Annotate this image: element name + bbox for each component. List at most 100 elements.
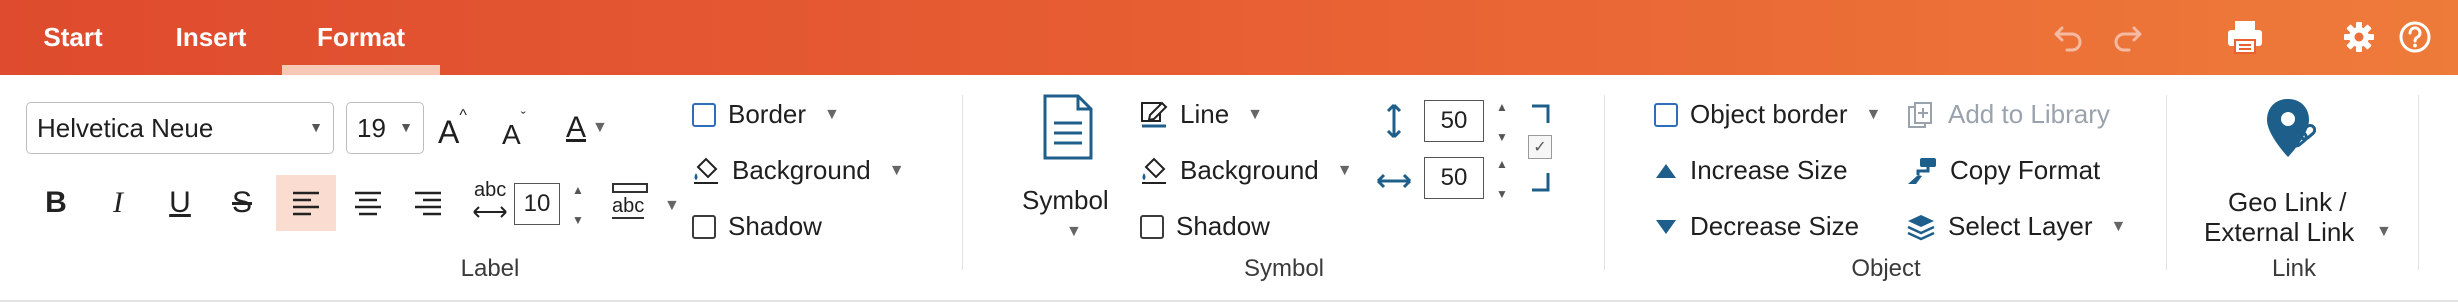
chevron-down-icon: ▼	[1865, 105, 1882, 123]
box-outline-icon	[612, 183, 648, 193]
label-border-button[interactable]: Border ▼	[692, 99, 840, 130]
triangle-up-icon	[1656, 163, 1676, 178]
paint-bucket-icon	[694, 157, 718, 184]
tab-format[interactable]: Format	[282, 0, 440, 75]
symbol-line-button[interactable]: Line ▼	[1140, 99, 1263, 130]
character-spacing-glyph: abc	[474, 179, 507, 201]
label-background-button[interactable]: Background ▼	[692, 155, 905, 186]
select-layer-button[interactable]: Select Layer ▼	[1906, 211, 2126, 242]
ribbon: Helvetica Neue ▼ 19 ▼ A ^ A ˇ A ▼ B I U …	[0, 75, 2458, 302]
group-divider	[962, 95, 963, 270]
shrink-font-button[interactable]: A ˇ	[502, 107, 542, 151]
double-arrow-icon	[473, 206, 507, 218]
grow-font-glyph: A	[438, 114, 460, 150]
decrease-size-label: Decrease Size	[1690, 211, 1860, 241]
font-family-select[interactable]: Helvetica Neue ▼	[26, 102, 334, 154]
copy-format-button[interactable]: Copy Format	[1906, 155, 2100, 186]
increase-size-label: Increase Size	[1690, 155, 1848, 185]
caret-up-icon[interactable]: ▲	[1496, 157, 1508, 171]
symbol-group-title: Symbol	[1243, 255, 1325, 282]
symbol-label: Symbol	[1022, 185, 1109, 215]
chevron-down-icon: ▼	[309, 119, 323, 135]
caret-down-icon[interactable]: ▼	[1496, 187, 1508, 201]
lock-ratio-checkbox[interactable]: ✓	[1528, 135, 1552, 159]
height-input[interactable]: 50	[1424, 100, 1484, 142]
chevron-down-icon: ▼	[888, 161, 905, 179]
object-border-button[interactable]: Object border ▼	[1654, 99, 1881, 130]
label-shadow-label: Shadow	[728, 211, 822, 241]
chevron-down-icon: ▼	[2376, 223, 2392, 240]
label-background-label: Background	[732, 155, 871, 185]
pen-line-icon	[1141, 101, 1168, 127]
top-bar: Start Insert Format	[0, 0, 2458, 75]
link-group-title: Link	[2271, 255, 2317, 282]
increase-size-button[interactable]: Increase Size	[1654, 155, 1848, 186]
label-group-title: Label	[460, 255, 520, 282]
text-box-glyph: abc	[612, 195, 645, 219]
caret-up-icon: ^	[459, 107, 467, 124]
tab-start[interactable]: Start	[22, 0, 124, 75]
text-box-style-button[interactable]: abc ▼	[608, 183, 686, 231]
caret-up-icon[interactable]: ▲	[572, 183, 584, 197]
geo-link-label-line2: External Link	[2204, 217, 2355, 247]
select-layer-label: Select Layer	[1948, 211, 2093, 241]
decrease-size-button[interactable]: Decrease Size	[1654, 211, 1859, 242]
print-icon[interactable]	[2222, 14, 2268, 60]
width-arrow-icon	[1376, 173, 1412, 189]
strikethrough-button[interactable]: S	[212, 175, 272, 231]
border-checkbox-icon	[1654, 102, 1678, 127]
chevron-down-icon: ▼	[824, 105, 840, 123]
triangle-down-icon	[1656, 219, 1676, 234]
caret-down-icon[interactable]: ▼	[572, 213, 584, 227]
object-border-label: Object border	[1690, 99, 1848, 129]
shadow-checkbox-icon	[1140, 214, 1164, 239]
grow-font-button[interactable]: A ^	[438, 105, 478, 151]
width-input[interactable]: 50	[1424, 157, 1484, 199]
character-spacing-stepper[interactable]: ▲ ▼	[568, 183, 588, 227]
symbol-shadow-checkbox[interactable]: Shadow	[1140, 211, 1270, 242]
document-icon	[1043, 94, 1093, 160]
paint-bucket-icon	[1142, 157, 1166, 184]
geo-link-label-line1: Geo Link /	[2228, 187, 2347, 217]
font-family-value: Helvetica Neue	[37, 112, 214, 143]
label-shadow-checkbox[interactable]: Shadow	[692, 211, 822, 242]
height-stepper[interactable]: ▲ ▼	[1492, 100, 1512, 144]
font-color-button[interactable]: A ▼	[566, 103, 622, 153]
gear-icon[interactable]	[2336, 14, 2382, 60]
align-right-button[interactable]	[398, 175, 458, 231]
character-spacing-input[interactable]: 10	[514, 183, 560, 225]
add-to-library-button[interactable]: Add to Library	[1906, 99, 2110, 130]
copy-format-label: Copy Format	[1950, 155, 2101, 185]
format-painter-icon	[1908, 157, 1936, 184]
symbol-button[interactable]: Symbol ▼	[1010, 93, 1130, 268]
italic-button[interactable]: I	[88, 175, 148, 231]
border-checkbox-icon	[692, 102, 716, 127]
object-group-title: Object	[1851, 255, 1921, 282]
align-left-icon	[293, 191, 319, 216]
geo-link-button[interactable]: Geo Link / External Link ▼	[2180, 93, 2400, 253]
align-center-button[interactable]	[338, 175, 398, 231]
caret-down-icon: ˇ	[520, 109, 526, 126]
chevron-down-icon: ▼	[2110, 217, 2127, 235]
font-size-select[interactable]: 19 ▼	[346, 102, 424, 154]
underline-button[interactable]: U	[150, 175, 210, 231]
symbol-shadow-label: Shadow	[1176, 211, 1270, 241]
bold-button[interactable]: B	[26, 175, 86, 231]
undo-icon[interactable]	[2046, 14, 2092, 60]
tab-insert[interactable]: Insert	[158, 0, 264, 75]
width-stepper[interactable]: ▲ ▼	[1492, 157, 1512, 201]
align-left-button[interactable]	[276, 175, 336, 231]
character-spacing-button[interactable]: abc	[470, 179, 510, 229]
add-to-library-label: Add to Library	[1948, 99, 2110, 129]
align-right-icon	[415, 191, 441, 216]
symbol-background-button[interactable]: Background ▼	[1140, 155, 1353, 186]
label-border-label: Border	[728, 99, 807, 129]
redo-icon[interactable]	[2104, 14, 2150, 60]
align-center-icon	[355, 191, 381, 216]
chevron-down-icon: ▼	[399, 119, 413, 135]
help-icon[interactable]	[2392, 14, 2438, 60]
caret-down-icon[interactable]: ▼	[1496, 130, 1508, 144]
chevron-down-icon: ▼	[592, 119, 608, 136]
symbol-background-label: Background	[1180, 155, 1319, 185]
caret-up-icon[interactable]: ▲	[1496, 100, 1508, 114]
